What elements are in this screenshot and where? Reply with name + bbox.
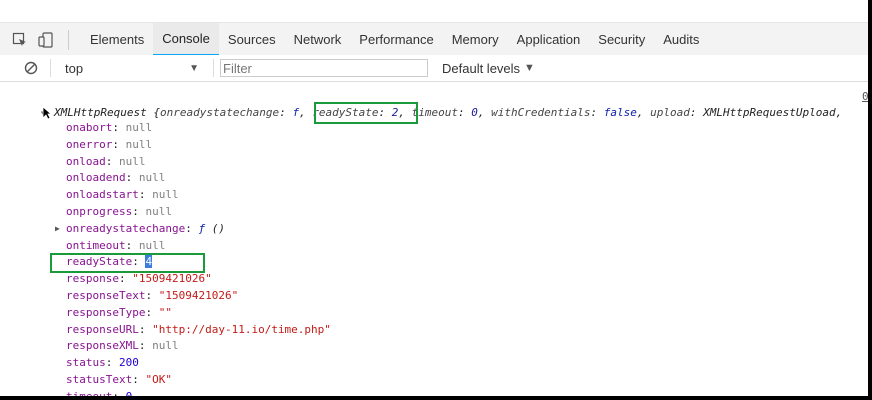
property-value: null: [125, 121, 153, 134]
property-value: null: [125, 137, 153, 151]
summary-key: withCredentials: [491, 106, 591, 119]
top-strip: [0, 0, 868, 22]
filter-divider-2: [213, 59, 214, 77]
chevron-down-icon: ▼: [189, 62, 199, 74]
property-key-text: responseType: [66, 305, 146, 319]
summary-type: XMLHttpRequest: [54, 106, 147, 119]
property-key-text: timeout: [66, 390, 112, 396]
property-key-text: onloadend: [66, 171, 126, 185]
context-label: top: [65, 60, 84, 76]
property-key-text: responseText: [66, 289, 146, 302]
property-key: onload: null: [66, 154, 146, 168]
log-levels-dropdown[interactable]: Default levels ▼: [442, 61, 535, 76]
property-key: onloadstart: null: [66, 188, 179, 202]
property-key-text: onerror: [66, 137, 113, 151]
tab-console[interactable]: Console: [153, 23, 219, 56]
property-key-text: onabort: [66, 121, 113, 134]
property-key: onerror: null: [66, 137, 153, 151]
console-output: 0d ▼ XMLHttpRequest {onreadystatechange:…: [0, 82, 868, 396]
property-value: "http://day-11.io/time.php": [152, 322, 331, 336]
property-key: responseText: "1509421026": [66, 289, 239, 302]
tab-sources[interactable]: Sources: [219, 23, 285, 56]
property-value: (): [211, 221, 225, 235]
property-key: onreadystatechange: ƒ (): [66, 221, 225, 235]
console-filter-bar: top ▼ Default levels ▼: [0, 55, 868, 82]
summary-value: XMLHttpRequestUpload: [703, 106, 836, 119]
source-link[interactable]: 0d: [862, 90, 868, 103]
property-value: "": [158, 305, 172, 319]
tab-elements[interactable]: Elements: [81, 23, 153, 56]
toolbar-divider: [68, 29, 69, 50]
readystate-property-highlight: [50, 253, 205, 273]
property-key: responseXML: null: [66, 339, 179, 353]
property-value: null: [138, 238, 166, 252]
property-key: onabort: null: [66, 121, 153, 134]
tab-security[interactable]: Security: [589, 23, 654, 56]
property-value: "OK": [145, 373, 172, 386]
inspect-element-icon[interactable]: [12, 32, 28, 48]
summary-key: onreadystatechange: [159, 106, 280, 119]
tab-performance[interactable]: Performance: [350, 23, 442, 56]
property-value: "1509421026": [158, 289, 239, 302]
summary-key: upload: [650, 106, 690, 119]
filter-divider: [50, 59, 51, 77]
mouse-cursor-icon: [42, 106, 52, 120]
property-value: null: [138, 171, 166, 185]
property-key: ontimeout: null: [66, 238, 166, 252]
clear-console-icon[interactable]: [24, 61, 38, 75]
summary-value: 0: [471, 106, 478, 119]
chevron-down-icon: ▼: [524, 62, 535, 74]
property-key-text: onload: [66, 154, 106, 168]
log-levels-label: Default levels: [442, 60, 521, 76]
devtools-toolbar: Elements Console Sources Network Performance…: [0, 22, 868, 57]
filter-input[interactable]: [223, 60, 427, 76]
property-key-text: statusText: [66, 373, 133, 386]
property-key: status: 200: [66, 356, 139, 370]
property-value: null: [119, 154, 146, 168]
property-value: null: [145, 205, 172, 218]
property-key-text: status: [66, 356, 106, 370]
property-value: null: [152, 339, 179, 353]
summary-value: f: [292, 106, 300, 119]
tab-application[interactable]: Application: [508, 23, 590, 56]
property-key: responseType: "": [66, 305, 172, 319]
filter-box: [220, 59, 428, 77]
expand-triangle-icon[interactable]: ▶: [55, 220, 60, 237]
property-value: 0: [126, 390, 133, 396]
property-key: timeout: 0: [66, 388, 132, 396]
device-toolbar-icon[interactable]: [38, 31, 54, 48]
tab-network[interactable]: Network: [285, 23, 351, 56]
context-selector[interactable]: top ▼: [65, 61, 199, 76]
summary-value: false: [603, 106, 637, 119]
tab-memory[interactable]: Memory: [443, 23, 508, 56]
property-key: onprogress: null: [66, 205, 172, 218]
property-key: responseURL: "http://day-11.io/time.php": [66, 322, 331, 336]
property-value: null: [152, 188, 179, 202]
property-key-text: onreadystatechange: [66, 221, 186, 235]
summary-key: timeout: [411, 106, 459, 119]
devtools-window: Elements Console Sources Network Performance…: [0, 0, 868, 396]
property-key: statusText: "OK": [66, 373, 172, 386]
property-value: "1509421026": [132, 272, 212, 286]
property-key: onloadend: null: [66, 171, 166, 185]
readystate-summary-highlight: [314, 102, 418, 124]
object-summary: XMLHttpRequest {onreadystatechange: f, r…: [54, 106, 843, 119]
panel-tabs: Elements Console Sources Network Performance…: [81, 23, 708, 56]
property-key-text: responseURL: [66, 322, 139, 336]
function-glyph: ƒ: [198, 221, 206, 235]
property-key-text: onprogress: [66, 205, 133, 218]
property-key-text: response: [66, 272, 119, 286]
property-value: 200: [119, 356, 139, 370]
property-key-text: onloadstart: [66, 188, 139, 202]
property-key-text: ontimeout: [66, 238, 126, 252]
property-key-text: responseXML: [66, 339, 139, 353]
tab-audits[interactable]: Audits: [654, 23, 708, 56]
